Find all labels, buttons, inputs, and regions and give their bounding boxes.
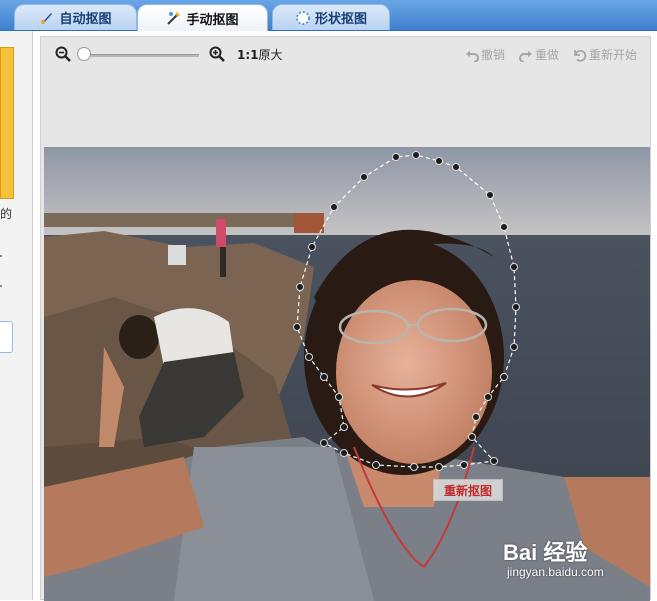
restart-label: 重新开始 xyxy=(589,48,638,62)
lasso-node[interactable] xyxy=(340,423,348,431)
lasso-node[interactable] xyxy=(340,449,348,457)
pavilion xyxy=(294,213,324,233)
lasso-node[interactable] xyxy=(452,163,460,171)
lasso-node[interactable] xyxy=(335,393,343,401)
lasso-node[interactable] xyxy=(392,153,400,161)
editor-toolbar: 1:1原大 撤销 重做 重新开始 xyxy=(41,37,652,71)
lasso-node[interactable] xyxy=(500,223,508,231)
person-white xyxy=(168,245,186,265)
lasso-node[interactable] xyxy=(296,283,304,291)
lasso-node[interactable] xyxy=(510,343,518,351)
lasso-node[interactable] xyxy=(308,243,316,251)
lasso-node[interactable] xyxy=(468,433,476,441)
lasso-node[interactable] xyxy=(305,353,313,361)
zoom-in-icon[interactable] xyxy=(209,46,225,62)
zoom-slider-thumb[interactable] xyxy=(77,47,91,61)
cutout-editor: 1:1原大 撤销 重做 重新开始 重新抠图 Bai 经验 jingyan.bai… xyxy=(40,36,652,601)
pier xyxy=(44,213,304,227)
tab-label: 形状抠图 xyxy=(314,12,367,27)
lasso-node[interactable] xyxy=(490,457,498,465)
lasso-node[interactable] xyxy=(320,439,328,447)
redo-icon xyxy=(519,48,533,63)
zoom-label: 原大 xyxy=(258,48,283,62)
tab-shape-cutout[interactable]: 形状抠图 xyxy=(272,4,390,30)
lasso-node[interactable] xyxy=(293,323,301,331)
lasso-node[interactable] xyxy=(484,393,492,401)
lasso-node[interactable] xyxy=(360,173,368,181)
zoom-out-icon[interactable] xyxy=(55,46,71,62)
undo-button[interactable]: 撤销 xyxy=(465,46,505,63)
lasso-node[interactable] xyxy=(460,461,468,469)
lasso-node[interactable] xyxy=(330,203,338,211)
lasso-node[interactable] xyxy=(512,303,520,311)
divider-dot xyxy=(0,285,2,287)
lasso-node[interactable] xyxy=(435,463,443,471)
thumbnail-strip[interactable] xyxy=(0,47,14,199)
redo-label: 重做 xyxy=(535,48,560,62)
auto-cutout-icon xyxy=(39,10,55,26)
photo-canvas[interactable] xyxy=(44,147,650,601)
divider-dot xyxy=(0,255,2,257)
tab-bar: 自动抠图 手动抠图 形状抠图 xyxy=(0,0,657,31)
lasso-node[interactable] xyxy=(510,263,518,271)
left-panel: 的 xyxy=(0,31,33,600)
lasso-node[interactable] xyxy=(435,157,443,165)
manual-cutout-icon xyxy=(166,10,182,26)
lasso-node[interactable] xyxy=(372,461,380,469)
tab-label: 自动抠图 xyxy=(59,12,112,27)
lasso-node[interactable] xyxy=(472,413,480,421)
tab-label: 手动抠图 xyxy=(186,12,239,28)
actual-size-button[interactable]: 1:1原大 xyxy=(237,46,283,63)
redo-button[interactable]: 重做 xyxy=(519,46,559,63)
person-pink xyxy=(216,219,226,247)
left-panel-button[interactable] xyxy=(0,321,13,353)
man-head xyxy=(119,315,159,359)
lasso-node[interactable] xyxy=(320,373,328,381)
baidu-watermark: Bai 经验 jingyan.baidu.com xyxy=(503,535,604,579)
lasso-node[interactable] xyxy=(500,373,508,381)
restart-button[interactable]: 重新开始 xyxy=(573,46,637,63)
undo-icon xyxy=(465,48,479,63)
lasso-node[interactable] xyxy=(486,191,494,199)
shape-cutout-icon xyxy=(295,10,311,26)
watermark-url: jingyan.baidu.com xyxy=(507,565,604,579)
left-panel-text: 的 xyxy=(0,207,13,221)
watermark-brand: Bai 经验 xyxy=(503,540,588,565)
zoom-slider[interactable] xyxy=(83,54,199,57)
person-legs xyxy=(220,247,226,277)
restart-icon xyxy=(573,48,587,62)
tab-manual-cutout[interactable]: 手动抠图 xyxy=(137,4,268,31)
zoom-ratio: 1:1 xyxy=(237,48,259,62)
redo-cutout-button[interactable]: 重新抠图 xyxy=(433,479,503,501)
lasso-node[interactable] xyxy=(412,151,420,159)
lasso-node[interactable] xyxy=(410,463,418,471)
tab-auto-cutout[interactable]: 自动抠图 xyxy=(14,4,137,30)
undo-label: 撤销 xyxy=(481,48,506,62)
